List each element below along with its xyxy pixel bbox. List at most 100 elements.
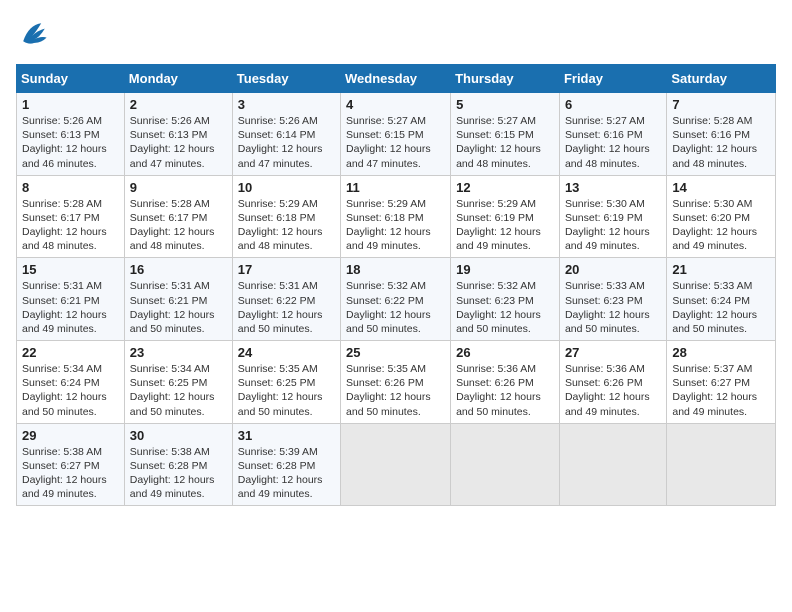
day-cell: 17 Sunrise: 5:31 AMSunset: 6:22 PMDayligh… bbox=[232, 258, 340, 341]
day-detail: Sunrise: 5:30 AMSunset: 6:20 PMDaylight:… bbox=[672, 197, 770, 254]
day-detail: Sunrise: 5:38 AMSunset: 6:27 PMDaylight:… bbox=[22, 445, 119, 502]
day-detail: Sunrise: 5:38 AMSunset: 6:28 PMDaylight:… bbox=[130, 445, 227, 502]
day-number: 21 bbox=[672, 262, 770, 277]
day-number: 11 bbox=[346, 180, 445, 195]
day-detail: Sunrise: 5:31 AMSunset: 6:22 PMDaylight:… bbox=[238, 279, 335, 336]
day-number: 12 bbox=[456, 180, 554, 195]
day-cell: 6Sunrise: 5:27 AMSunset: 6:16 PMDaylight… bbox=[559, 93, 666, 176]
day-number: 25 bbox=[346, 345, 445, 360]
day-cell: 18Sunrise: 5:32 AMSunset: 6:22 PMDayligh… bbox=[341, 258, 451, 341]
day-number: 6 bbox=[565, 97, 661, 112]
day-number: 18 bbox=[346, 262, 445, 277]
day-detail: Sunrise: 5:29 AMSunset: 6:18 PMDaylight:… bbox=[346, 197, 445, 254]
day-number: 19 bbox=[456, 262, 554, 277]
day-detail: Sunrise: 5:29 AMSunset: 6:18 PMDaylight:… bbox=[238, 197, 335, 254]
day-number: 23 bbox=[130, 345, 227, 360]
day-number: 13 bbox=[565, 180, 661, 195]
day-number: 24 bbox=[238, 345, 335, 360]
day-detail: Sunrise: 5:33 AMSunset: 6:24 PMDaylight:… bbox=[672, 279, 770, 336]
day-detail: Sunrise: 5:35 AMSunset: 6:25 PMDaylight:… bbox=[238, 362, 335, 419]
day-number: 15 bbox=[22, 262, 119, 277]
day-detail: Sunrise: 5:26 AMSunset: 6:14 PMDaylight:… bbox=[238, 114, 335, 171]
day-cell: 21 Sunrise: 5:33 AMSunset: 6:24 PMDayligh… bbox=[667, 258, 776, 341]
calendar-week-row: 15 Sunrise: 5:31 AMSunset: 6:21 PMDayligh… bbox=[17, 258, 776, 341]
day-detail: Sunrise: 5:39 AMSunset: 6:28 PMDaylight:… bbox=[238, 445, 335, 502]
calendar-week-row: 1 Sunrise: 5:26 AMSunset: 6:13 PMDaylight… bbox=[17, 93, 776, 176]
day-cell: 11 Sunrise: 5:29 AMSunset: 6:18 PMDayligh… bbox=[341, 175, 451, 258]
day-number: 2 bbox=[130, 97, 227, 112]
day-detail: Sunrise: 5:28 AMSunset: 6:17 PMDaylight:… bbox=[130, 197, 227, 254]
day-cell: 12 Sunrise: 5:29 AMSunset: 6:19 PMDayligh… bbox=[451, 175, 560, 258]
day-number: 14 bbox=[672, 180, 770, 195]
day-number: 30 bbox=[130, 428, 227, 443]
day-detail: Sunrise: 5:29 AMSunset: 6:19 PMDaylight:… bbox=[456, 197, 554, 254]
day-number: 4 bbox=[346, 97, 445, 112]
day-cell: 22 Sunrise: 5:34 AMSunset: 6:24 PMDayligh… bbox=[17, 341, 125, 424]
day-number: 8 bbox=[22, 180, 119, 195]
weekday-header-monday: Monday bbox=[124, 65, 232, 93]
day-detail: Sunrise: 5:26 AMSunset: 6:13 PMDaylight:… bbox=[22, 114, 119, 171]
day-cell: 5Sunrise: 5:27 AMSunset: 6:15 PMDaylight… bbox=[451, 93, 560, 176]
day-detail: Sunrise: 5:34 AMSunset: 6:24 PMDaylight:… bbox=[22, 362, 119, 419]
calendar-week-row: 8 Sunrise: 5:28 AMSunset: 6:17 PMDaylight… bbox=[17, 175, 776, 258]
day-cell: 26 Sunrise: 5:36 AMSunset: 6:26 PMDayligh… bbox=[451, 341, 560, 424]
weekday-header-sunday: Sunday bbox=[17, 65, 125, 93]
day-number: 10 bbox=[238, 180, 335, 195]
day-cell: 28Sunrise: 5:37 AMSunset: 6:27 PMDayligh… bbox=[667, 341, 776, 424]
day-number: 17 bbox=[238, 262, 335, 277]
weekday-header-tuesday: Tuesday bbox=[232, 65, 340, 93]
empty-day-cell bbox=[559, 423, 666, 506]
day-number: 31 bbox=[238, 428, 335, 443]
day-cell: 30 Sunrise: 5:38 AMSunset: 6:28 PMDayligh… bbox=[124, 423, 232, 506]
day-cell: 25 Sunrise: 5:35 AMSunset: 6:26 PMDayligh… bbox=[341, 341, 451, 424]
day-cell: 9Sunrise: 5:28 AMSunset: 6:17 PMDaylight… bbox=[124, 175, 232, 258]
empty-day-cell bbox=[451, 423, 560, 506]
day-detail: Sunrise: 5:36 AMSunset: 6:26 PMDaylight:… bbox=[565, 362, 661, 419]
day-number: 22 bbox=[22, 345, 119, 360]
empty-day-cell bbox=[667, 423, 776, 506]
day-cell: 20 Sunrise: 5:33 AMSunset: 6:23 PMDayligh… bbox=[559, 258, 666, 341]
day-cell: 29 Sunrise: 5:38 AMSunset: 6:27 PMDayligh… bbox=[17, 423, 125, 506]
day-cell: 19 Sunrise: 5:32 AMSunset: 6:23 PMDayligh… bbox=[451, 258, 560, 341]
day-detail: Sunrise: 5:35 AMSunset: 6:26 PMDaylight:… bbox=[346, 362, 445, 419]
day-number: 5 bbox=[456, 97, 554, 112]
day-detail: Sunrise: 5:26 AMSunset: 6:13 PMDaylight:… bbox=[130, 114, 227, 171]
calendar-week-row: 29 Sunrise: 5:38 AMSunset: 6:27 PMDayligh… bbox=[17, 423, 776, 506]
empty-day-cell bbox=[341, 423, 451, 506]
weekday-header-thursday: Thursday bbox=[451, 65, 560, 93]
day-number: 29 bbox=[22, 428, 119, 443]
day-cell: 8 Sunrise: 5:28 AMSunset: 6:17 PMDaylight… bbox=[17, 175, 125, 258]
logo-bird-icon bbox=[16, 16, 52, 52]
weekday-header-wednesday: Wednesday bbox=[341, 65, 451, 93]
day-cell: 7Sunrise: 5:28 AMSunset: 6:16 PMDaylight… bbox=[667, 93, 776, 176]
day-detail: Sunrise: 5:36 AMSunset: 6:26 PMDaylight:… bbox=[456, 362, 554, 419]
day-cell: 13Sunrise: 5:30 AMSunset: 6:19 PMDayligh… bbox=[559, 175, 666, 258]
weekday-header-friday: Friday bbox=[559, 65, 666, 93]
day-detail: Sunrise: 5:27 AMSunset: 6:15 PMDaylight:… bbox=[346, 114, 445, 171]
page-header bbox=[16, 16, 776, 52]
day-detail: Sunrise: 5:37 AMSunset: 6:27 PMDaylight:… bbox=[672, 362, 770, 419]
day-cell: 2 Sunrise: 5:26 AMSunset: 6:13 PMDaylight… bbox=[124, 93, 232, 176]
day-detail: Sunrise: 5:34 AMSunset: 6:25 PMDaylight:… bbox=[130, 362, 227, 419]
day-cell: 10 Sunrise: 5:29 AMSunset: 6:18 PMDayligh… bbox=[232, 175, 340, 258]
day-detail: Sunrise: 5:31 AMSunset: 6:21 PMDaylight:… bbox=[130, 279, 227, 336]
day-detail: Sunrise: 5:33 AMSunset: 6:23 PMDaylight:… bbox=[565, 279, 661, 336]
day-cell: 1 Sunrise: 5:26 AMSunset: 6:13 PMDaylight… bbox=[17, 93, 125, 176]
calendar-table: SundayMondayTuesdayWednesdayThursdayFrid… bbox=[16, 64, 776, 506]
day-number: 7 bbox=[672, 97, 770, 112]
day-number: 16 bbox=[130, 262, 227, 277]
day-cell: 24 Sunrise: 5:35 AMSunset: 6:25 PMDayligh… bbox=[232, 341, 340, 424]
day-number: 3 bbox=[238, 97, 335, 112]
day-detail: Sunrise: 5:28 AMSunset: 6:17 PMDaylight:… bbox=[22, 197, 119, 254]
day-detail: Sunrise: 5:32 AMSunset: 6:23 PMDaylight:… bbox=[456, 279, 554, 336]
calendar-week-row: 22 Sunrise: 5:34 AMSunset: 6:24 PMDayligh… bbox=[17, 341, 776, 424]
day-cell: 31 Sunrise: 5:39 AMSunset: 6:28 PMDayligh… bbox=[232, 423, 340, 506]
day-number: 26 bbox=[456, 345, 554, 360]
calendar-header-row: SundayMondayTuesdayWednesdayThursdayFrid… bbox=[17, 65, 776, 93]
day-number: 20 bbox=[565, 262, 661, 277]
day-cell: 3 Sunrise: 5:26 AMSunset: 6:14 PMDaylight… bbox=[232, 93, 340, 176]
day-number: 1 bbox=[22, 97, 119, 112]
day-cell: 23 Sunrise: 5:34 AMSunset: 6:25 PMDayligh… bbox=[124, 341, 232, 424]
weekday-header-saturday: Saturday bbox=[667, 65, 776, 93]
day-cell: 27Sunrise: 5:36 AMSunset: 6:26 PMDayligh… bbox=[559, 341, 666, 424]
